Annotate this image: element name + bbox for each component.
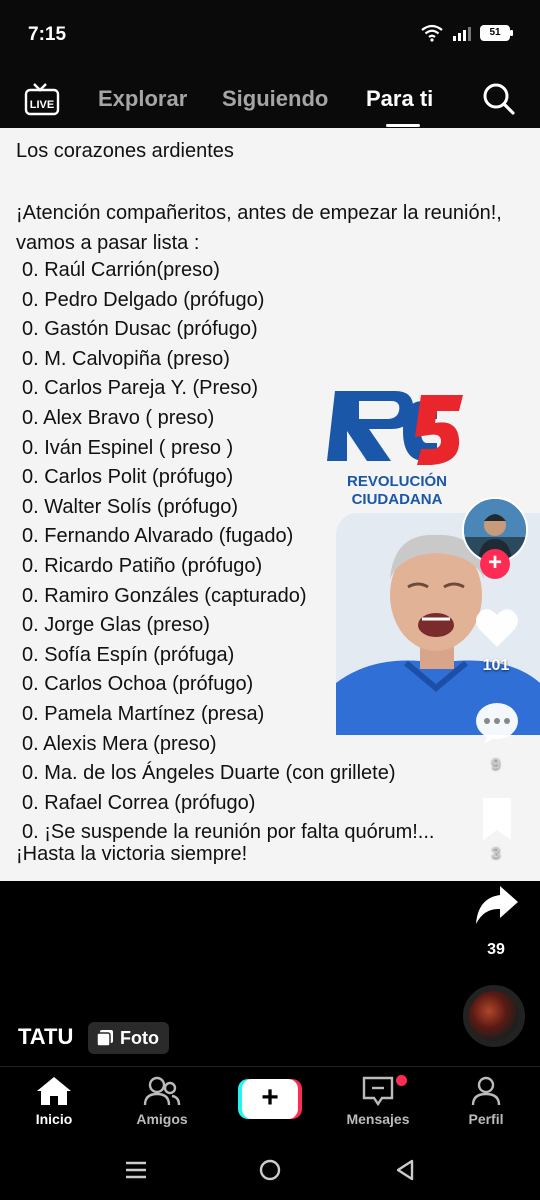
- tab-siguiendo[interactable]: Siguiendo: [222, 86, 328, 112]
- list-item: 0. Pedro Delgado (prófugo): [22, 288, 265, 311]
- profile-icon: [471, 1076, 501, 1106]
- list-item: 0. Ma. de los Ángeles Duarte (con grille…: [22, 762, 396, 785]
- heart-icon[interactable]: [474, 605, 520, 651]
- post-intro-text: ¡Atención compañeritos, antes de empezar…: [16, 202, 502, 254]
- tab-mensajes[interactable]: Mensajes: [328, 1075, 428, 1127]
- tab-mensajes-label: Mensajes: [346, 1111, 410, 1127]
- follow-button[interactable]: +: [480, 549, 510, 579]
- logo-line2: CIUDADANA: [351, 491, 443, 508]
- tab-inicio-label: Inicio: [35, 1111, 73, 1127]
- list-item: 0. Gastón Dusac (prófugo): [22, 318, 258, 341]
- tab-para-ti[interactable]: Para ti: [366, 86, 433, 112]
- tab-explorar[interactable]: Explorar: [98, 86, 187, 112]
- bottom-tab-bar: Inicio Amigos + Mensajes Perfil: [0, 1066, 540, 1140]
- tab-amigos-label: Amigos: [136, 1111, 188, 1127]
- search-icon[interactable]: [482, 82, 516, 116]
- post-closing-text: ¡Hasta la victoria siempre!: [16, 843, 248, 865]
- top-nav: LIVE Explorar Siguiendo Para ti: [0, 70, 540, 128]
- tab-perfil-label: Perfil: [468, 1111, 504, 1127]
- bookmark-icon[interactable]: [474, 796, 520, 842]
- status-icons: 51: [420, 24, 513, 42]
- tab-perfil[interactable]: Perfil: [436, 1075, 536, 1127]
- create-button[interactable]: +: [238, 1079, 302, 1119]
- tab-amigos[interactable]: Amigos: [112, 1075, 212, 1127]
- live-icon[interactable]: LIVE: [24, 82, 60, 116]
- photo-badge-label: Foto: [120, 1027, 159, 1048]
- post-header-text: Los corazones ardientes: [16, 140, 234, 162]
- list-item: 0. M. Calvopiña (preso): [22, 347, 230, 370]
- post-image[interactable]: Los corazones ardientes ¡Atención compañ…: [0, 128, 540, 881]
- share-icon[interactable]: [474, 882, 520, 928]
- music-disc-icon[interactable]: [463, 985, 525, 1047]
- photo-icon: [96, 1030, 113, 1047]
- live-label: LIVE: [30, 99, 54, 111]
- logo-text: REVOLUCIÓN CIUDADANA: [322, 473, 472, 509]
- list-item: 0. Rafael Correa (prófugo): [22, 791, 256, 814]
- system-navigation-bar: [0, 1140, 540, 1200]
- home-icon: [37, 1077, 71, 1105]
- save-count: 3: [491, 845, 501, 862]
- tab-inicio[interactable]: Inicio: [4, 1075, 104, 1127]
- comment-icon[interactable]: [474, 700, 520, 746]
- share-count: 39: [487, 941, 505, 958]
- logo-line1: REVOLUCIÓN: [346, 473, 447, 490]
- recent-apps-icon[interactable]: [124, 1160, 148, 1180]
- photo-badge: Foto: [88, 1022, 169, 1054]
- notification-dot: [396, 1075, 407, 1086]
- back-icon[interactable]: [394, 1158, 416, 1182]
- friends-icon: [143, 1076, 181, 1106]
- status-time: 7:15: [28, 24, 67, 45]
- author-username[interactable]: TATU: [18, 1024, 73, 1050]
- status-bar: 7:15 51: [0, 0, 540, 70]
- plus-icon: +: [242, 1079, 298, 1119]
- like-count: 101: [482, 657, 510, 674]
- list-item: 0. Raúl Carrión(preso): [22, 259, 220, 281]
- wifi-icon: [421, 24, 443, 42]
- comment-count: 9: [491, 756, 501, 773]
- active-tab-indicator: [386, 124, 420, 127]
- home-button-icon[interactable]: [258, 1158, 282, 1182]
- signal-icon: [453, 27, 471, 41]
- inbox-icon: [362, 1076, 394, 1107]
- battery-icon: 51: [480, 25, 513, 41]
